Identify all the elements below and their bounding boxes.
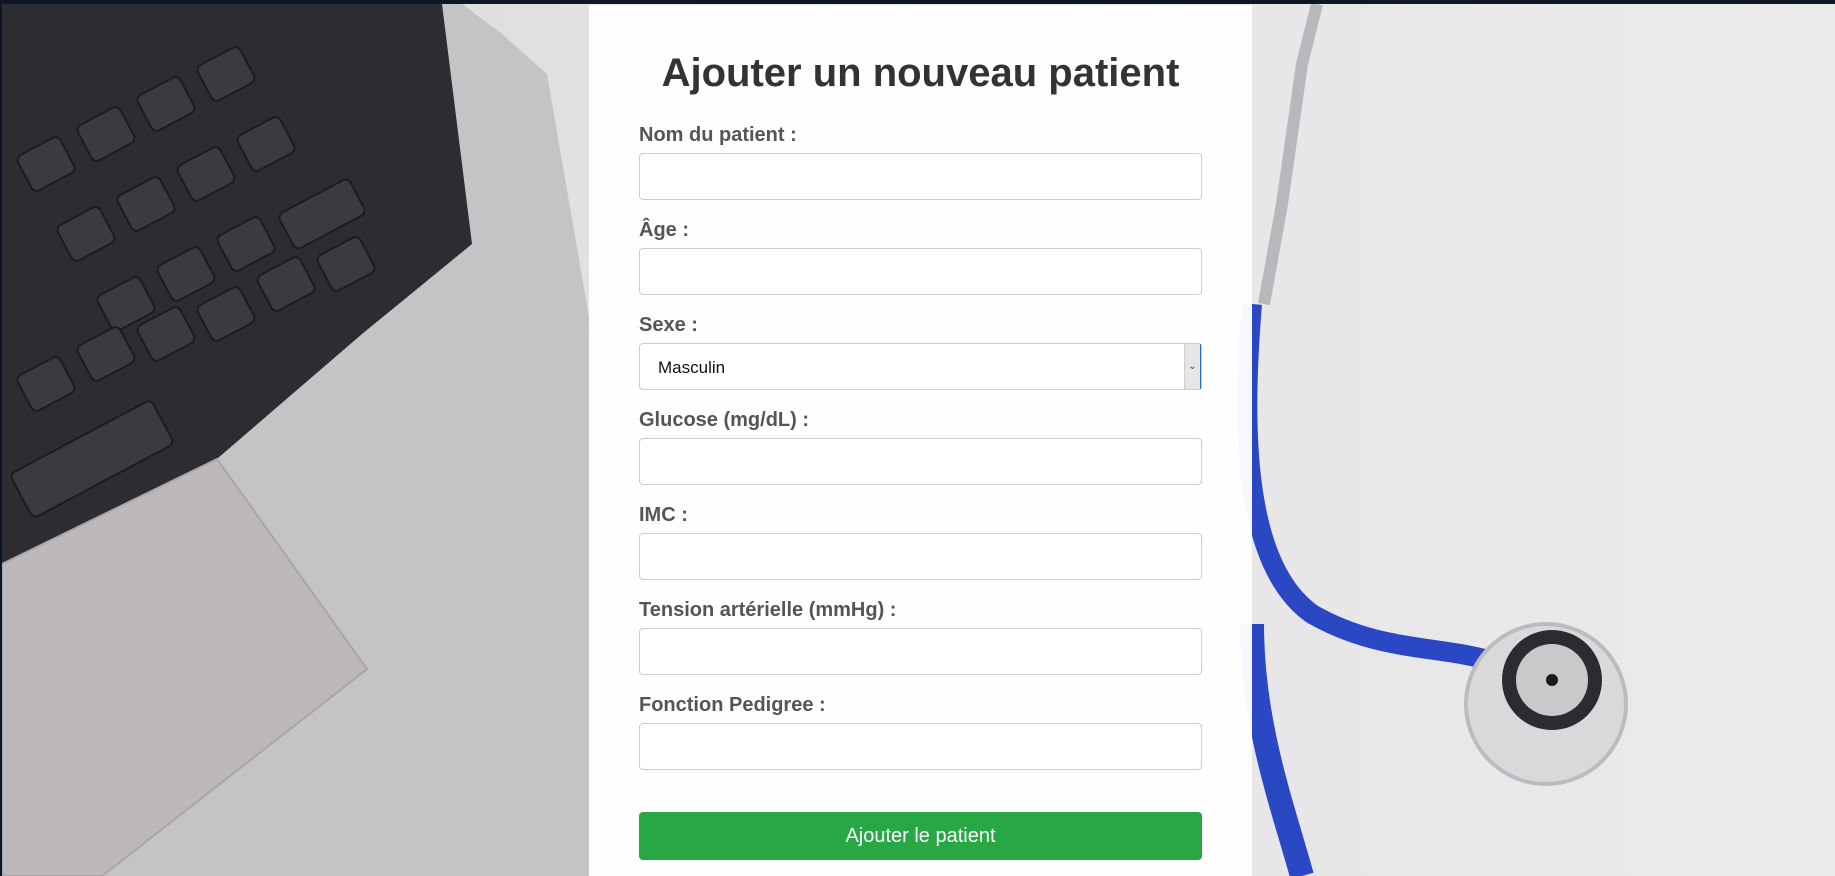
add-patient-button[interactable]: Ajouter le patient	[639, 812, 1202, 860]
bmi-input[interactable]	[639, 533, 1202, 580]
glucose-label: Glucose (mg/dL) :	[639, 409, 809, 431]
pedigree-label: Fonction Pedigree :	[639, 694, 826, 716]
sex-label: Sexe :	[639, 314, 698, 336]
add-patient-card: Ajouter un nouveau patient Nom du patien…	[589, 5, 1252, 876]
page-title: Ajouter un nouveau patient	[661, 51, 1180, 95]
age-label: Âge :	[639, 219, 689, 241]
sex-select[interactable]: Masculin ⌄	[639, 343, 1202, 390]
blood-pressure-input[interactable]	[639, 628, 1202, 675]
glucose-input[interactable]	[639, 438, 1202, 485]
pedigree-input[interactable]	[639, 723, 1202, 770]
bmi-label: IMC :	[639, 504, 688, 526]
sex-select-value: Masculin	[658, 358, 726, 377]
blood-pressure-label: Tension artérielle (mmHg) :	[639, 599, 897, 621]
chevron-down-icon[interactable]: ⌄	[1184, 344, 1201, 389]
patient-name-label: Nom du patient :	[639, 124, 797, 146]
age-input[interactable]	[639, 248, 1202, 295]
patient-name-input[interactable]	[639, 153, 1202, 200]
